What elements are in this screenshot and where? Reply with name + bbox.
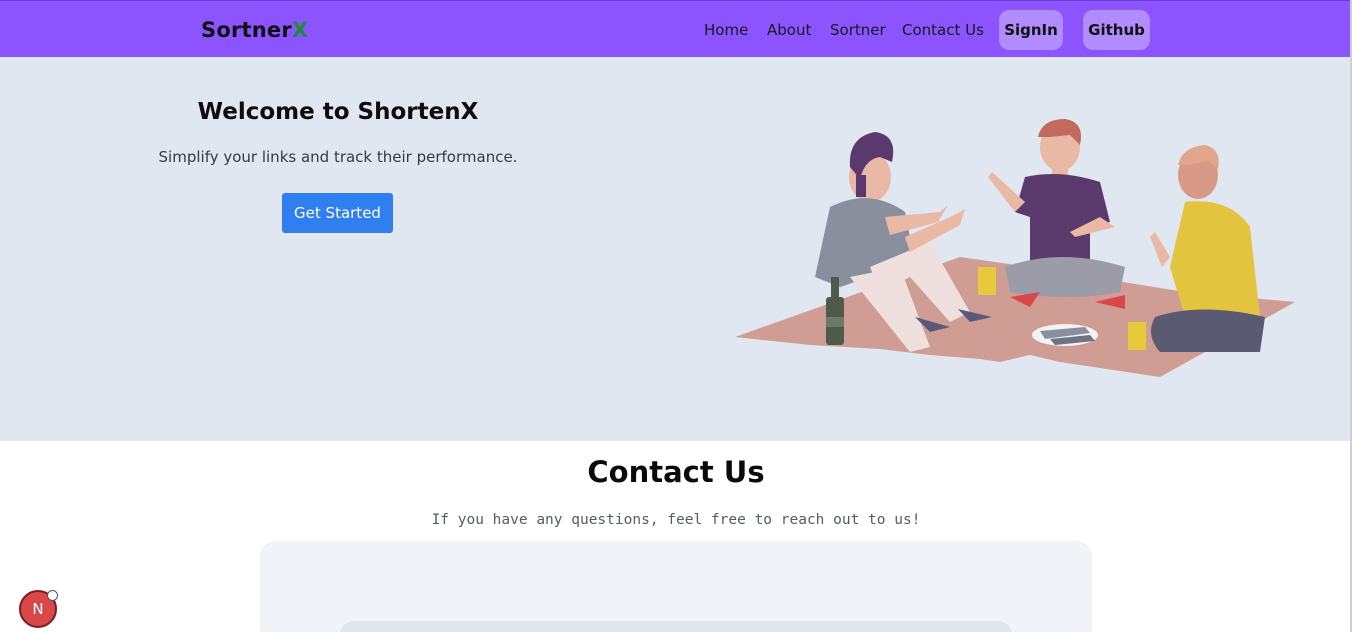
picnic-illustration (735, 119, 1295, 377)
notification-dot-icon (47, 590, 58, 601)
contact-subtitle: If you have any questions, feel free to … (431, 512, 921, 528)
nav-link-sortner[interactable]: Sortner (830, 21, 886, 39)
github-button[interactable]: Github (1083, 10, 1150, 50)
contact-title: Contact Us (587, 455, 765, 489)
brand-main: Sortner (201, 18, 292, 42)
brand-accent: X (291, 18, 309, 42)
contact-form-field[interactable] (340, 621, 1012, 632)
get-started-button[interactable]: Get Started (282, 193, 393, 233)
brand-logo[interactable]: SortnerX (201, 18, 308, 42)
navbar: SortnerX Home About Sortner Contact Us S… (0, 0, 1352, 57)
signin-button[interactable]: SignIn (999, 10, 1063, 50)
nav-link-contact[interactable]: Contact Us (902, 21, 984, 39)
hero-title: Welcome to ShortenX (197, 99, 479, 125)
page: SortnerX Home About Sortner Contact Us S… (0, 0, 1352, 632)
contact-form-card (260, 541, 1092, 632)
nav-link-home[interactable]: Home (704, 21, 748, 39)
nav-link-about[interactable]: About (767, 21, 811, 39)
hero-section: Welcome to ShortenX Simplify your links … (0, 57, 1352, 441)
hero-subtitle: Simplify your links and track their perf… (158, 148, 518, 166)
